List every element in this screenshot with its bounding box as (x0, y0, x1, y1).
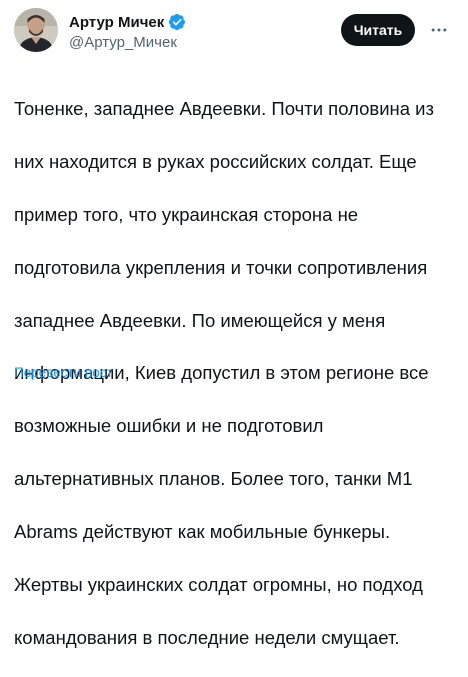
avatar[interactable] (14, 8, 58, 52)
tweet-text-line: Abrams действуют как мобильные бункеры. (14, 520, 391, 542)
more-options-button[interactable] (427, 18, 451, 42)
tweet-text-line: пример того, что украинская сторона не (14, 204, 359, 226)
translate-post-link[interactable]: Перевести пост (14, 365, 113, 380)
follow-button[interactable]: Читать (341, 14, 415, 46)
author-handle[interactable]: @Артур_Мичек (69, 34, 186, 51)
tweet-text-line: Тоненке, западнее Авдеевки. Почти полови… (14, 98, 434, 120)
tweet-text-line: возможные ошибки и не подготовил (14, 415, 324, 437)
author-block: Артур Мичек @Артур_Мичек (69, 12, 186, 51)
more-horizontal-icon (431, 28, 447, 32)
tweet-text-line: Жертвы украинских солдат огромны, но под… (14, 573, 423, 595)
tweet-card: Артур Мичек @Артур_Мичек Читать Тоненке,… (0, 0, 468, 648)
tweet-text-line: них находится в руках российских солдат.… (14, 151, 417, 173)
author-display-name[interactable]: Артур Мичек (69, 14, 164, 31)
tweet-text-line: командования в последние недели смущает. (14, 626, 400, 648)
avatar-image (14, 8, 58, 52)
tweet-text-line: подготовила укрепления и точки сопротивл… (14, 256, 428, 278)
name-row: Артур Мичек (69, 12, 186, 32)
tweet-text-line: альтернативных планов. Более того, танки… (14, 468, 413, 490)
tweet-text-line: западнее Авдеевки. По имеющейся у меня (14, 309, 386, 331)
verified-badge-icon (168, 13, 186, 31)
